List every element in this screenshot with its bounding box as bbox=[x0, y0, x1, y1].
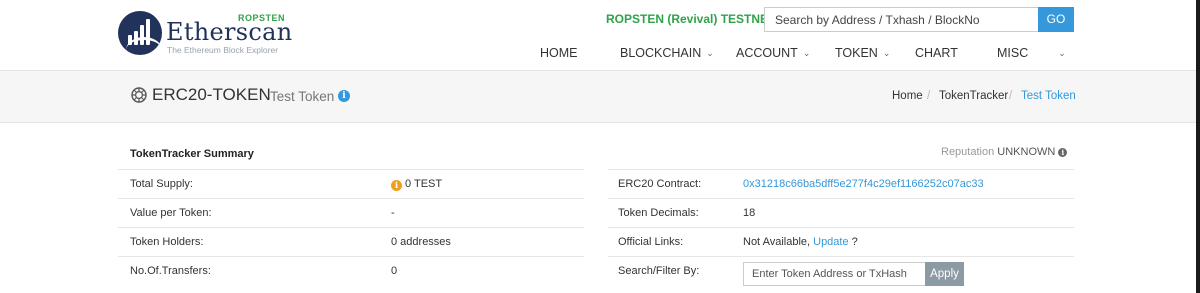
nav-account[interactable]: ACCOUNT ⌄ bbox=[736, 46, 810, 62]
official-links-row: Official Links: Not Available, Update ? bbox=[608, 227, 1074, 256]
nav-blockchain[interactable]: BLOCKCHAIN ⌄ bbox=[620, 46, 714, 62]
row-label: Token Holders: bbox=[130, 236, 204, 248]
reputation-value: UNKNOWN bbox=[997, 146, 1056, 158]
search-box: GO bbox=[764, 7, 1074, 32]
etherscan-logo[interactable]: ROPSTEN Etherscan The Ethereum Block Exp… bbox=[118, 11, 318, 57]
info-icon[interactable]: i bbox=[1058, 148, 1068, 157]
total-supply-row: Total Supply: i0 TEST bbox=[118, 169, 584, 198]
page-title-band: ERC20-TOKEN Test Token i Home / TokenTra… bbox=[0, 70, 1196, 123]
row-label: Value per Token: bbox=[130, 207, 212, 219]
page-title: ERC20-TOKEN bbox=[152, 85, 271, 104]
breadcrumb-home[interactable]: Home bbox=[892, 90, 923, 102]
etherscan-token-page: ROPSTEN Etherscan The Ethereum Block Exp… bbox=[0, 0, 1200, 293]
nav-token[interactable]: TOKEN ⌄ bbox=[835, 46, 890, 62]
nav-home[interactable]: HOME bbox=[540, 46, 578, 62]
transfers-row: No.Of.Transfers: 0 bbox=[118, 256, 584, 285]
reputation-status: Reputation UNKNOWN i bbox=[941, 146, 1068, 158]
row-label: ERC20 Contract: bbox=[618, 178, 702, 190]
row-value: - bbox=[391, 207, 395, 219]
contract-address-link[interactable]: 0x31218c66ba5dff5e277f4c29ef1166252c07ac… bbox=[743, 178, 984, 190]
network-label: ROPSTEN (Revival) TESTNET bbox=[606, 12, 776, 26]
row-label: Total Supply: bbox=[130, 178, 193, 190]
nav-label: CHART bbox=[915, 46, 958, 60]
breadcrumb-tokentracker[interactable]: TokenTracker bbox=[939, 90, 1008, 102]
total-supply-value: i0 TEST bbox=[391, 178, 442, 191]
erc20-token-icon bbox=[131, 87, 147, 103]
nav-label: MISC bbox=[997, 46, 1029, 60]
value-per-token-row: Value per Token: - bbox=[118, 198, 584, 227]
row-value: 0 addresses bbox=[391, 236, 451, 248]
breadcrumb-separator: / bbox=[927, 90, 931, 102]
logo-mark-icon bbox=[118, 11, 162, 55]
summary-title: TokenTracker Summary bbox=[130, 148, 254, 160]
token-filter-box: Apply bbox=[743, 262, 964, 286]
row-label: Search/Filter By: bbox=[618, 265, 700, 277]
row-label: No.Of.Transfers: bbox=[130, 265, 211, 277]
nav-misc[interactable]: MISC ⌄ bbox=[997, 46, 1066, 62]
token-name: Test Token bbox=[270, 89, 335, 104]
chevron-down-icon: ⌄ bbox=[882, 48, 891, 58]
info-icon[interactable]: i bbox=[338, 90, 350, 102]
breadcrumb-current: Test Token bbox=[1021, 90, 1076, 102]
token-decimals-row: Token Decimals: 18 bbox=[608, 198, 1074, 227]
nav-chart[interactable]: CHART bbox=[915, 46, 958, 62]
nav-label: TOKEN bbox=[835, 46, 878, 60]
row-value: 0 TEST bbox=[405, 178, 443, 190]
nav-label: HOME bbox=[540, 46, 578, 60]
chevron-down-icon: ⌄ bbox=[706, 48, 714, 58]
token-holders-row: Token Holders: 0 addresses bbox=[118, 227, 584, 256]
token-filter-input[interactable] bbox=[744, 263, 924, 285]
window-edge bbox=[1196, 0, 1200, 293]
reputation-label: Reputation bbox=[941, 146, 995, 158]
nav-label: ACCOUNT bbox=[736, 46, 798, 60]
site-header: ROPSTEN Etherscan The Ethereum Block Exp… bbox=[0, 0, 1196, 70]
chevron-down-icon: ⌄ bbox=[802, 48, 811, 58]
update-link[interactable]: Update bbox=[813, 236, 848, 248]
info-icon[interactable]: i bbox=[391, 180, 402, 191]
search-go-button[interactable]: GO bbox=[1038, 7, 1074, 32]
row-value: Not Available, bbox=[743, 236, 814, 248]
row-value: 0 bbox=[391, 265, 398, 277]
row-label: Official Links: bbox=[618, 236, 684, 248]
chevron-down-icon: ⌄ bbox=[1058, 48, 1066, 58]
search-input[interactable] bbox=[765, 8, 1037, 31]
logo-name: Etherscan bbox=[166, 18, 293, 46]
breadcrumb-separator: / bbox=[1009, 90, 1013, 102]
erc20-contract-row: ERC20 Contract: 0x31218c66ba5dff5e277f4c… bbox=[608, 169, 1074, 198]
logo-tagline: The Ethereum Block Explorer bbox=[167, 45, 279, 55]
row-value-suffix: ? bbox=[848, 236, 858, 248]
nav-label: BLOCKCHAIN bbox=[620, 46, 702, 60]
apply-button[interactable]: Apply bbox=[925, 262, 964, 286]
row-label: Token Decimals: bbox=[618, 207, 699, 219]
official-links-value: Not Available, Update ? bbox=[743, 236, 858, 248]
row-value: 18 bbox=[743, 207, 756, 219]
